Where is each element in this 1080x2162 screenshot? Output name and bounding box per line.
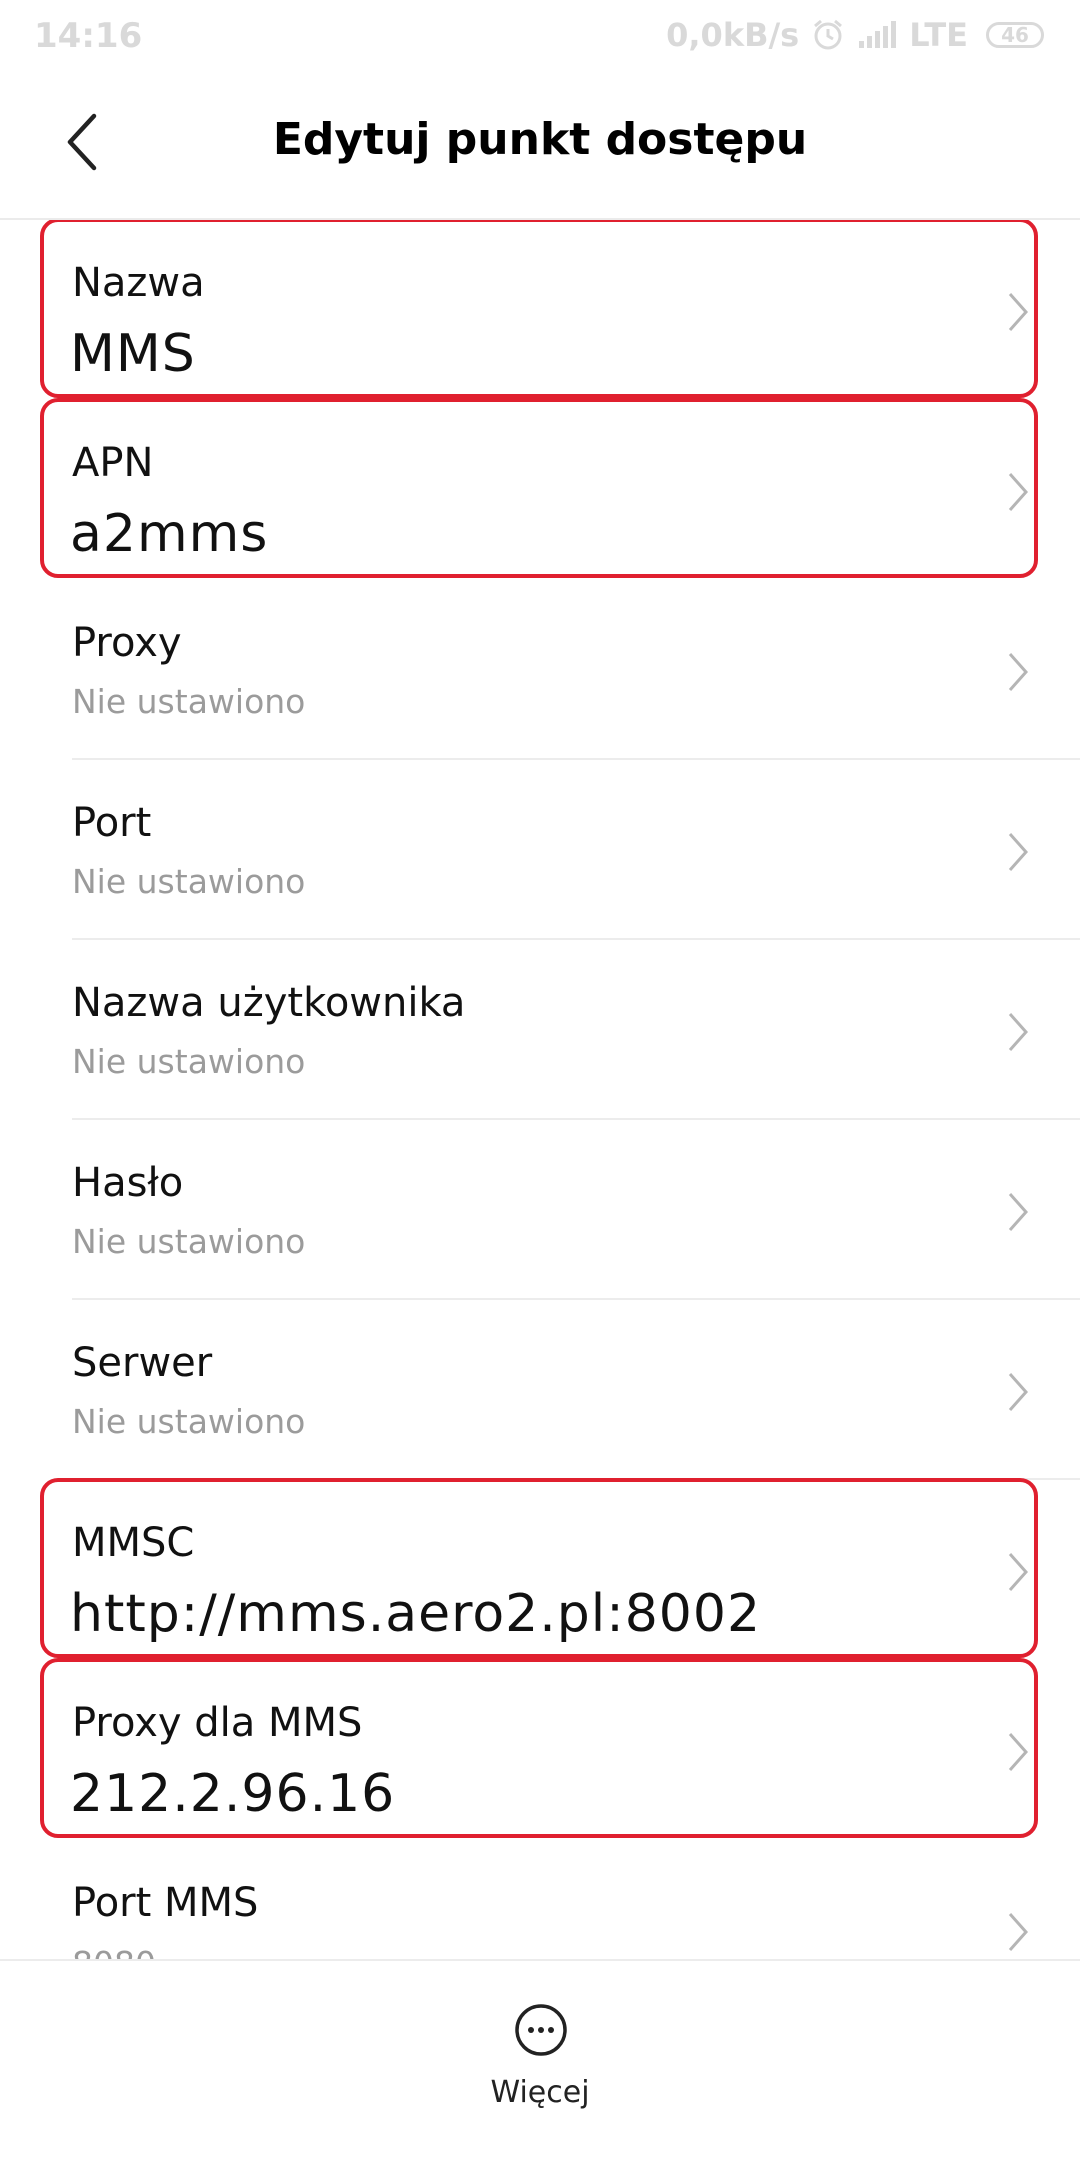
setting-row-apn[interactable]: APN a2mms [0, 398, 1080, 580]
chevron-right-icon [1008, 833, 1029, 871]
chevron-right-icon [1008, 653, 1029, 691]
alarm-icon [814, 19, 843, 50]
status-indicators: 0,0kB/s LTE 46 [666, 16, 1044, 54]
setting-label: Nazwa użytkownika [72, 980, 466, 1026]
setting-label: Hasło [72, 1160, 184, 1206]
setting-row-password[interactable]: Hasło Nie ustawiono [0, 1120, 1080, 1300]
setting-row-mms-proxy[interactable]: Proxy dla MMS 212.2.96.16 [0, 1658, 1080, 1840]
setting-label: Port MMS [72, 1880, 259, 1926]
chevron-right-icon [1008, 1733, 1029, 1771]
setting-row-proxy[interactable]: Proxy Nie ustawiono [0, 580, 1080, 760]
setting-label: Nazwa [72, 260, 205, 306]
header: Edytuj punkt dostępu [0, 70, 1080, 220]
setting-label: Serwer [72, 1340, 213, 1386]
setting-row-server[interactable]: Serwer Nie ustawiono [0, 1300, 1080, 1480]
setting-value: Nie ustawiono [72, 682, 306, 721]
chevron-right-icon [1008, 1913, 1029, 1951]
setting-row-port[interactable]: Port Nie ustawiono [0, 760, 1080, 940]
setting-row-username[interactable]: Nazwa użytkownika Nie ustawiono [0, 940, 1080, 1120]
chevron-right-icon [1008, 1373, 1029, 1411]
setting-value: Nie ustawiono [72, 1402, 306, 1441]
status-bar: 14:16 0,0kB/s LTE 46 [0, 0, 1080, 70]
network-speed: 0,0kB/s [666, 16, 800, 54]
setting-value: http://mms.aero2.pl:8002 [70, 1584, 762, 1644]
setting-row-mmsc[interactable]: MMSC http://mms.aero2.pl:8002 [0, 1478, 1080, 1660]
setting-value: Nie ustawiono [72, 1222, 306, 1261]
chevron-right-icon [1008, 473, 1029, 511]
chevron-right-icon [1008, 1193, 1029, 1231]
chevron-right-icon [1008, 1013, 1029, 1051]
setting-value: a2mms [70, 504, 269, 564]
setting-row-nazwa[interactable]: Nazwa MMS [0, 220, 1080, 400]
signal-icon [859, 21, 897, 48]
battery-icon: 46 [986, 22, 1044, 48]
battery-level: 46 [1001, 23, 1029, 47]
more-label: Więcej [490, 2075, 590, 2110]
setting-row-mms-port[interactable]: Port MMS 8080 [0, 1840, 1080, 1959]
bottom-action-bar: Więcej [0, 1959, 1080, 2162]
setting-value: 212.2.96.16 [70, 1764, 396, 1824]
status-time: 14:16 [34, 16, 143, 56]
setting-label: MMSC [72, 1520, 195, 1566]
chevron-right-icon [1008, 1553, 1029, 1591]
setting-label: Port [72, 800, 152, 846]
setting-label: Proxy dla MMS [72, 1700, 363, 1746]
more-button[interactable]: Więcej [470, 2003, 610, 2143]
setting-value: 8080 [72, 1944, 156, 1959]
setting-label: APN [72, 440, 154, 486]
more-dots-icon [515, 2004, 567, 2056]
apn-settings-list: Nazwa MMS APN a2mms Proxy Nie ustawiono … [0, 220, 1080, 1959]
page-title: Edytuj punkt dostępu [272, 114, 808, 165]
setting-value: Nie ustawiono [72, 1042, 306, 1081]
network-type: LTE [909, 16, 968, 54]
setting-value: Nie ustawiono [72, 862, 306, 901]
setting-label: Proxy [72, 620, 182, 666]
setting-value: MMS [70, 324, 196, 384]
chevron-right-icon [1008, 293, 1029, 331]
